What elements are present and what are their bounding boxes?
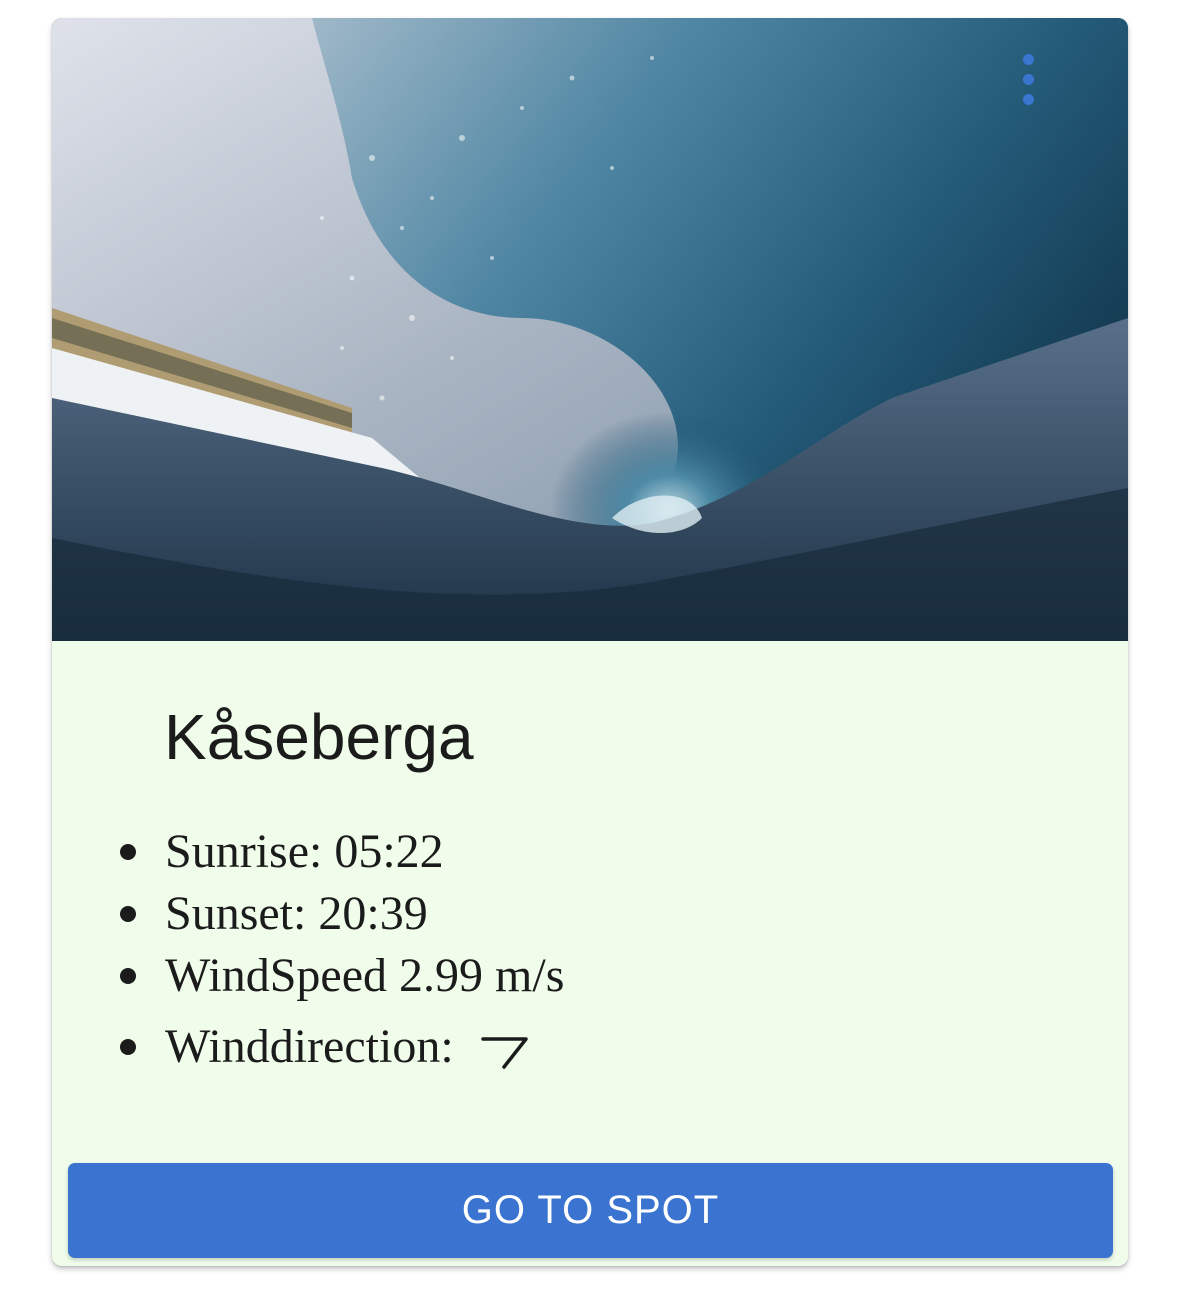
sunset-text: Sunset: 20:39 [165, 887, 428, 940]
more-vertical-icon-dot [1023, 74, 1034, 85]
more-vertical-icon-dot [1023, 94, 1034, 105]
list-item-sunrise: Sunrise: 05:22 [52, 821, 564, 883]
sunrise-text: Sunrise: 05:22 [165, 825, 444, 878]
more-options-button[interactable] [1008, 46, 1048, 116]
wind-direction-arrow-icon [480, 1037, 528, 1069]
bullet-icon [120, 844, 136, 860]
list-item-winddirection: Winddirection: [52, 1007, 564, 1087]
card-content: Kåseberga Sunrise: 05:22 Sunset: 20:39 W… [52, 641, 1128, 1266]
go-to-spot-button[interactable]: GO TO SPOT [68, 1163, 1113, 1258]
winddirection-text: Winddirection: [165, 1020, 454, 1073]
bullet-icon [120, 1039, 136, 1055]
spot-title: Kåseberga [164, 701, 474, 773]
wave-image [52, 18, 1128, 641]
more-vertical-icon [1023, 54, 1034, 65]
spot-info-list: Sunrise: 05:22 Sunset: 20:39 WindSpeed 2… [52, 821, 564, 1087]
bullet-icon [120, 968, 136, 984]
list-item-sunset: Sunset: 20:39 [52, 883, 564, 945]
spot-card: Kåseberga Sunrise: 05:22 Sunset: 20:39 W… [52, 18, 1128, 1266]
wave-photo [52, 18, 1128, 641]
list-item-windspeed: WindSpeed 2.99 m/s [52, 945, 564, 1007]
bullet-icon [120, 906, 136, 922]
windspeed-text: WindSpeed 2.99 m/s [165, 949, 565, 1002]
